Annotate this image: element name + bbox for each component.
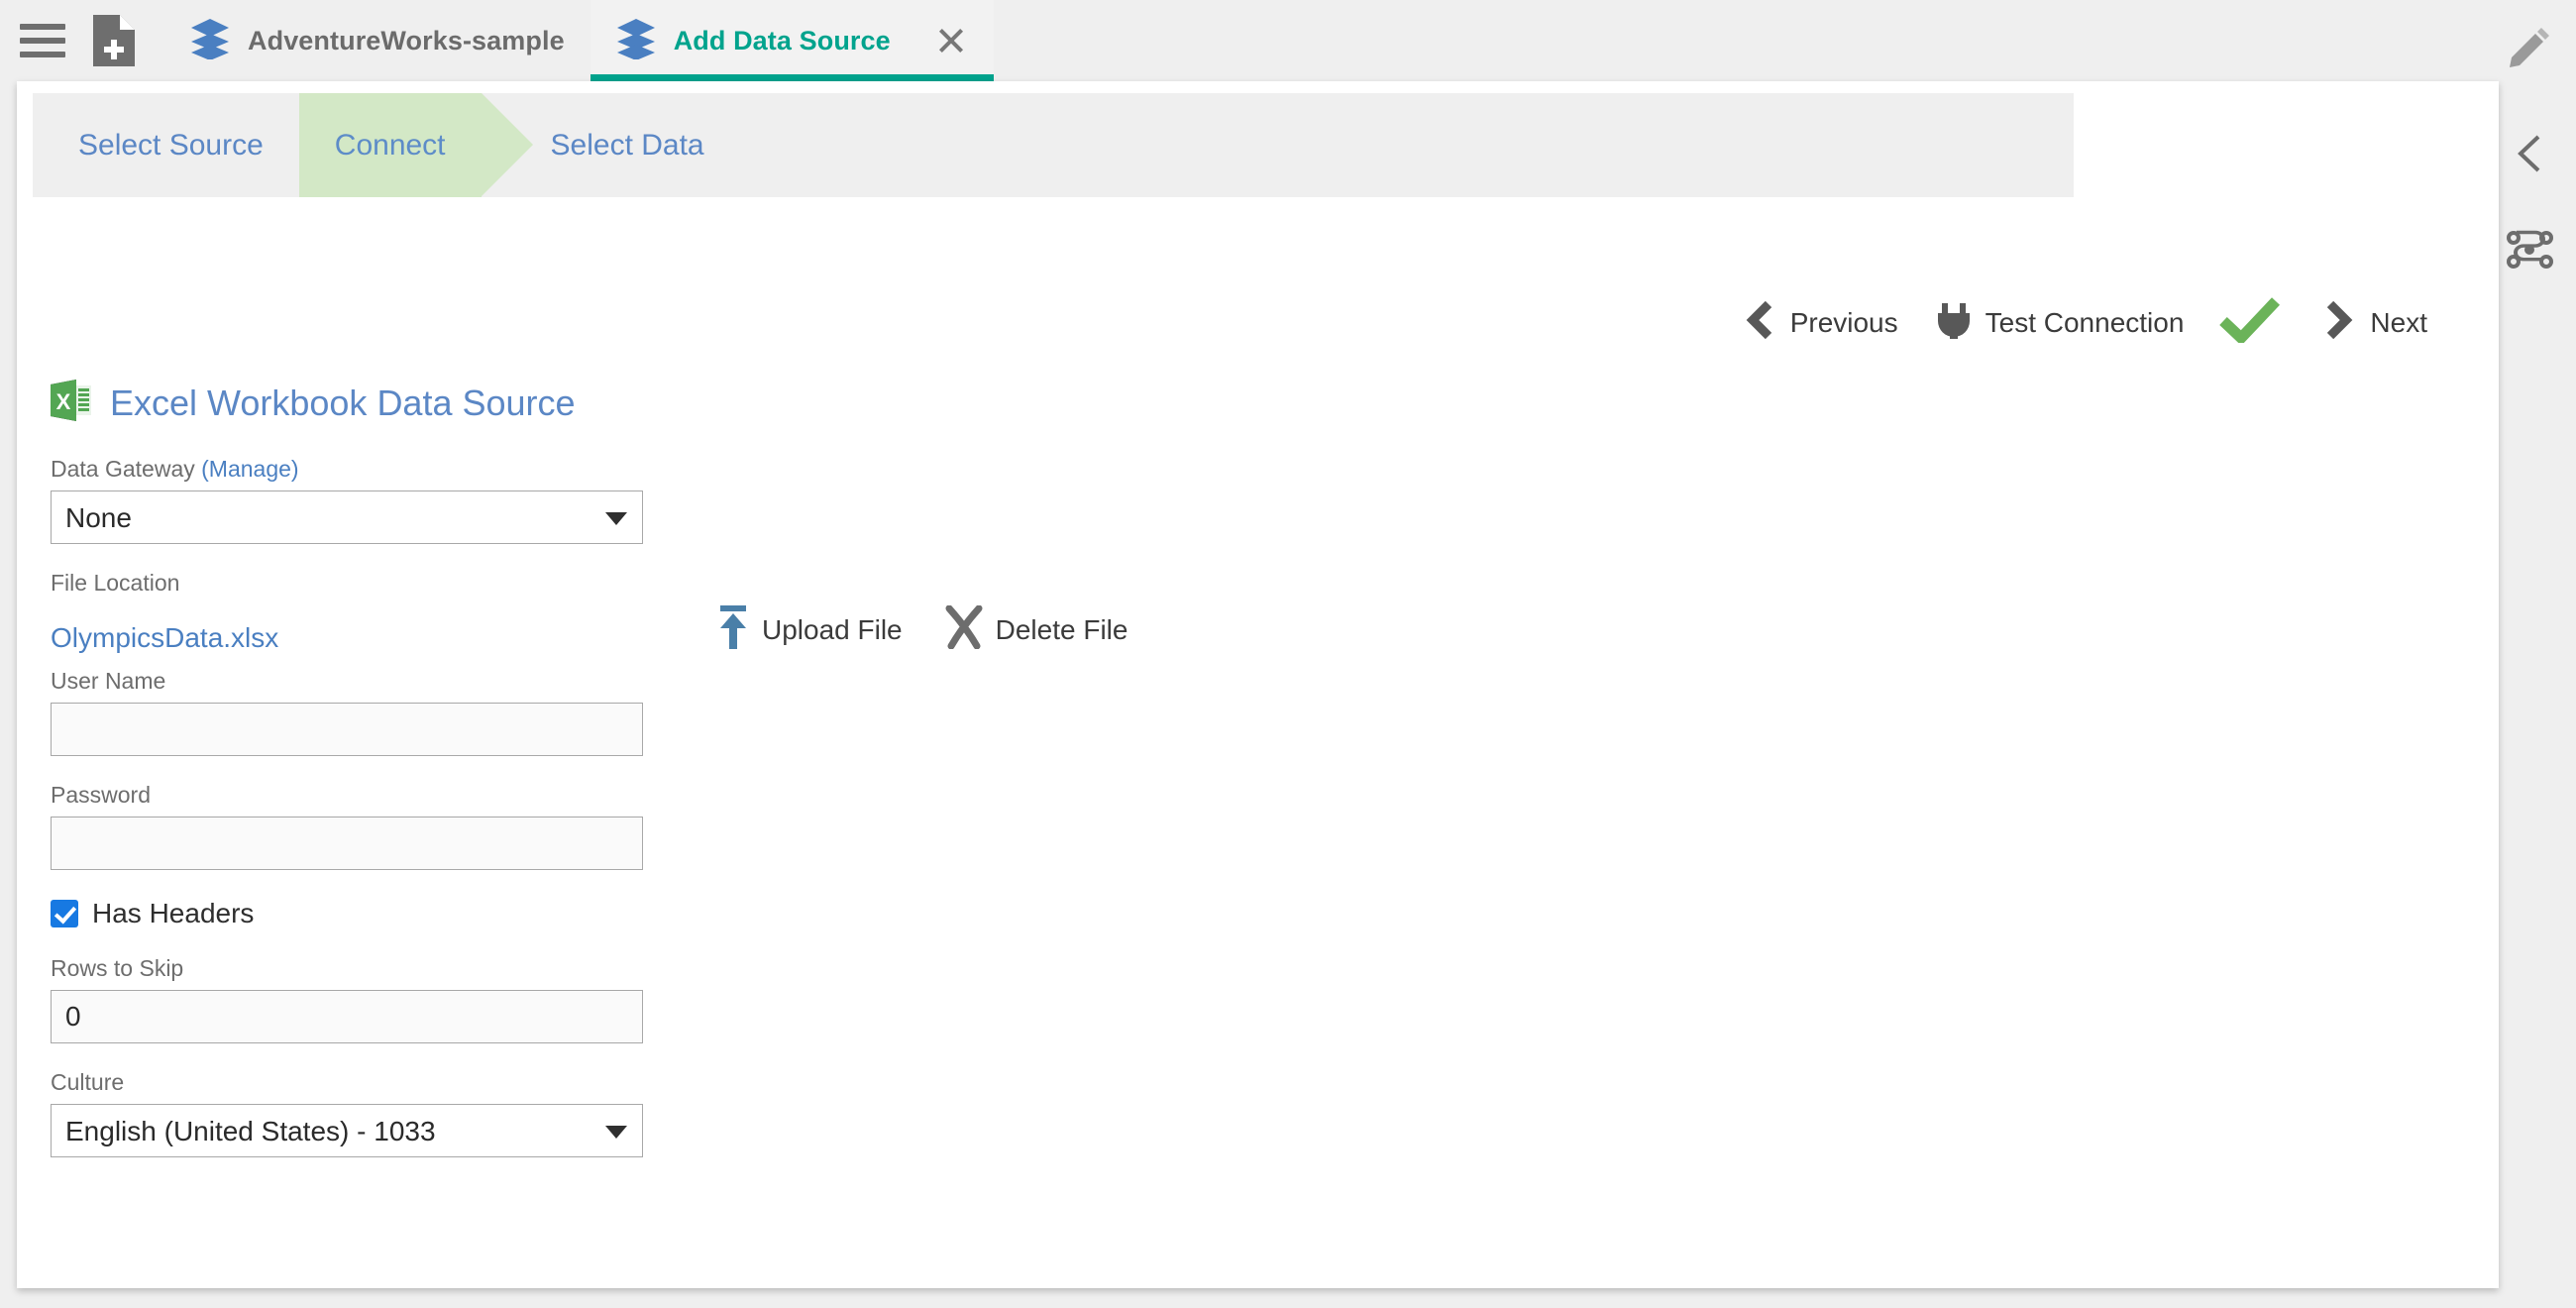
upload-file-button[interactable]: Upload File xyxy=(716,604,903,655)
green-check-icon xyxy=(2219,297,2281,348)
new-document-icon[interactable] xyxy=(93,15,135,66)
svg-text:X: X xyxy=(56,389,71,414)
manage-gateway-link[interactable]: (Manage) xyxy=(201,456,298,482)
wizard-step-select-data[interactable]: Select Data xyxy=(482,93,740,197)
plug-icon xyxy=(1936,301,1972,344)
file-actions: Upload File Delete File xyxy=(716,604,1169,655)
wizard-step-label: Connect xyxy=(334,129,446,162)
close-icon[interactable] xyxy=(934,24,968,57)
has-headers-row: Has Headers xyxy=(51,898,643,929)
tab-label: Add Data Source xyxy=(673,25,891,55)
previous-button[interactable]: Previous xyxy=(1743,300,1898,344)
next-label: Next xyxy=(2370,306,2427,338)
password-input[interactable] xyxy=(51,817,643,870)
culture-label: Culture xyxy=(51,1069,125,1095)
has-headers-label: Has Headers xyxy=(92,898,255,928)
add-data-source-panel: Select Source Connect Select Data Previo… xyxy=(17,81,2499,1288)
user-name-input[interactable] xyxy=(51,703,643,756)
pencil-edit-icon[interactable] xyxy=(2482,0,2576,94)
wizard-steps: Select Source Connect Select Data xyxy=(33,93,2074,197)
has-headers-checkbox[interactable] xyxy=(51,900,78,927)
user-name-label: User Name xyxy=(51,668,166,694)
file-name-link[interactable]: OlympicsData.xlsx xyxy=(51,622,278,654)
file-location-label: File Location xyxy=(51,570,180,596)
data-source-title-text: Excel Workbook Data Source xyxy=(110,382,576,423)
wizard-step-select-source[interactable]: Select Source xyxy=(33,93,299,197)
test-connection-button[interactable]: Test Connection xyxy=(1936,301,2185,344)
culture-select-wrapper: English (United States) - 1033 xyxy=(51,1104,643,1157)
layers-icon xyxy=(190,18,230,64)
tab-adventureworks-sample[interactable]: AdventureWorks-sample xyxy=(164,0,590,81)
tab-bar: AdventureWorks-sample Add Data Source xyxy=(0,0,2576,81)
hamburger-menu-icon[interactable] xyxy=(20,24,65,57)
data-gateway-label: Data Gateway (Manage) xyxy=(51,456,643,483)
data-source-title: X Excel Workbook Data Source xyxy=(51,379,576,427)
wizard-nav-actions: Previous Test Connection Next xyxy=(1743,297,2427,348)
data-gateway-select[interactable]: None xyxy=(51,490,643,544)
delete-file-label: Delete File xyxy=(995,613,1128,645)
layers-icon xyxy=(616,18,656,64)
data-gateway-label-text: Data Gateway xyxy=(51,456,202,482)
connection-form: Data Gateway (Manage) None File Location… xyxy=(51,456,1127,1157)
previous-label: Previous xyxy=(1789,306,1898,338)
upload-arrow-icon xyxy=(716,604,750,655)
chevron-left-icon xyxy=(1743,300,1776,344)
test-connection-label: Test Connection xyxy=(1985,306,2185,338)
wizard-step-connect[interactable]: Connect xyxy=(298,93,533,197)
next-button[interactable]: Next xyxy=(2322,300,2427,344)
tab-add-data-source[interactable]: Add Data Source xyxy=(590,0,994,81)
tab-label: AdventureWorks-sample xyxy=(248,25,565,55)
rows-to-skip-input[interactable] xyxy=(51,990,643,1043)
culture-select[interactable]: English (United States) - 1033 xyxy=(51,1104,643,1157)
wizard-step-label: Select Data xyxy=(550,129,704,162)
x-delete-icon xyxy=(944,604,984,654)
data-gateway-select-wrapper: None xyxy=(51,490,643,544)
chevron-right-icon xyxy=(2322,300,2356,344)
excel-workbook-icon: X xyxy=(51,379,92,427)
rows-to-skip-label: Rows to Skip xyxy=(51,955,184,981)
upload-file-label: Upload File xyxy=(762,613,903,645)
wizard-step-label: Select Source xyxy=(78,129,264,162)
file-location-row: OlympicsData.xlsx Upload File Delete Fil… xyxy=(51,604,1127,660)
password-label: Password xyxy=(51,782,151,808)
delete-file-button[interactable]: Delete File xyxy=(944,604,1128,654)
